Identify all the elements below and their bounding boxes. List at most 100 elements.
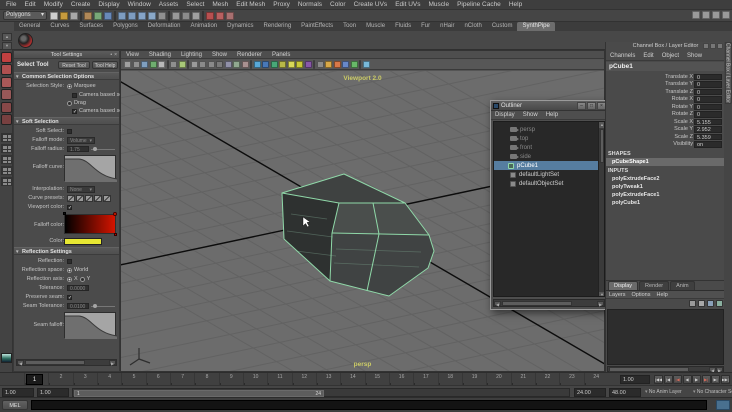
shelf-tab[interactable]: PaintEffects — [296, 22, 338, 31]
create-empty-layer-icon[interactable] — [689, 300, 696, 307]
shelf-tab[interactable]: Fluids — [390, 22, 416, 31]
channel-value-field[interactable]: 5.359 — [694, 133, 722, 140]
separator[interactable] — [80, 10, 82, 21]
grease-pencil-icon[interactable] — [178, 61, 186, 68]
mesh-pcube1[interactable] — [281, 173, 435, 297]
ambient-occlusion-icon[interactable] — [333, 61, 341, 68]
separator[interactable] — [202, 10, 204, 21]
menu-item[interactable]: Assets — [155, 0, 183, 10]
menu-item[interactable]: Muscle — [424, 0, 453, 10]
menu-set-dropdown[interactable]: Polygons ▾ — [3, 11, 47, 20]
multisample-icon[interactable] — [350, 61, 358, 68]
resolution-gate-icon[interactable] — [207, 61, 215, 68]
layout-four-pane-icon[interactable] — [1, 144, 12, 153]
reflection-axis-x-radio[interactable] — [67, 276, 72, 282]
layout-two-pane-icon[interactable] — [1, 155, 12, 164]
outliner-hscrollbar[interactable]: ◀ ▶ — [493, 299, 605, 307]
save-scene-icon[interactable] — [70, 11, 78, 20]
close-icon[interactable]: × — [114, 52, 117, 58]
grid-icon[interactable] — [190, 61, 198, 68]
color-swatch[interactable] — [64, 238, 102, 245]
channel-row[interactable]: Scale Y 2.952 — [606, 126, 725, 134]
seam-tolerance-slider[interactable] — [91, 304, 115, 308]
menu-item[interactable]: Proxy — [269, 0, 294, 10]
viewport-menu-item[interactable]: Renderer — [232, 51, 267, 58]
layer-editor-tab[interactable]: Anim — [670, 281, 695, 290]
input-node-item[interactable]: polyExtrudeFace2 — [606, 175, 725, 183]
shelf-tab[interactable]: nHair — [435, 22, 459, 31]
channel-box-menu-item[interactable]: Show — [683, 52, 706, 60]
separator[interactable] — [359, 60, 361, 69]
step-forward-key-button[interactable]: ▶| — [701, 375, 711, 384]
channel-row[interactable]: Rotate Z 0 — [606, 111, 725, 119]
camera-based-checkbox-2[interactable] — [72, 108, 77, 114]
section-reflection-settings[interactable]: Reflection Settings — [14, 247, 119, 256]
falloff-mode-dropdown[interactable]: Volume ▾ — [67, 136, 95, 144]
menu-item[interactable]: Mesh — [208, 0, 232, 10]
separator[interactable] — [187, 60, 189, 69]
menu-item[interactable]: Modify — [40, 0, 67, 10]
pin-icon[interactable]: • — [110, 52, 112, 58]
rotate-tool-icon[interactable] — [1, 101, 12, 113]
shelf-tab[interactable]: General — [14, 22, 45, 31]
input-connections-icon[interactable] — [172, 11, 180, 20]
falloff-color-gradient[interactable] — [63, 212, 117, 236]
reflection-axis-y-radio[interactable] — [79, 276, 85, 282]
play-forwards-button[interactable]: ▶ — [692, 375, 701, 384]
outliner-item[interactable]: defaultObjectSet — [494, 179, 604, 188]
menu-item[interactable]: Pipeline Cache — [453, 0, 505, 10]
marquee-radio[interactable] — [67, 83, 72, 89]
channel-box-menu-item[interactable]: Object — [658, 52, 683, 60]
channel-row[interactable]: Rotate X 0 — [606, 96, 725, 104]
falloff-radius-slider[interactable] — [91, 147, 115, 151]
safe-action-icon[interactable] — [233, 61, 240, 68]
outliner-item[interactable]: front — [494, 143, 604, 152]
outliner-menu-item[interactable]: Display — [491, 111, 519, 119]
range-slider-track[interactable]: 1 24 — [72, 387, 570, 397]
render-settings-icon[interactable] — [226, 11, 234, 20]
scale-tool-icon[interactable] — [1, 114, 12, 125]
shelf-item-sphere-icon[interactable] — [18, 33, 33, 48]
viewport-menu-item[interactable]: Show — [207, 51, 232, 58]
animation-end-field[interactable]: 48.00 — [609, 387, 641, 397]
viewport-color-checkbox[interactable] — [67, 204, 72, 210]
drag-radio[interactable] — [67, 100, 72, 106]
construction-history-icon[interactable] — [192, 11, 200, 20]
channel-value-field[interactable]: 0 — [694, 81, 722, 88]
shape-node-item[interactable]: pCubeShape1 — [606, 158, 725, 166]
film-gate-icon[interactable] — [199, 61, 206, 68]
ipr-render-icon[interactable] — [216, 11, 224, 20]
layer-editor-tab[interactable]: Render — [639, 281, 670, 290]
output-connections-icon[interactable] — [182, 11, 190, 20]
channel-row[interactable]: Scale X 5.155 — [606, 118, 725, 126]
section-soft-selection[interactable]: Soft Selection — [14, 117, 119, 126]
shelf-tab[interactable]: Deformation — [143, 22, 186, 31]
gate-mask-icon[interactable] — [216, 61, 223, 68]
motion-blur-icon[interactable] — [342, 61, 349, 68]
channel-value-field[interactable]: 0 — [694, 73, 722, 80]
shelf-tab[interactable]: SynthPipe — [517, 22, 555, 31]
color-management-icon[interactable] — [287, 61, 295, 68]
show-hide-ui-icon[interactable] — [722, 11, 730, 19]
outliner-item[interactable]: top — [494, 134, 604, 143]
input-node-item[interactable]: polyCube1 — [606, 199, 725, 207]
channel-box-menu-item[interactable]: Channels — [606, 52, 639, 60]
viewport-menu-item[interactable]: Shading — [144, 51, 176, 58]
menu-item[interactable]: Edit Mesh — [232, 0, 269, 10]
outliner-item[interactable]: persp — [494, 125, 604, 134]
curve-preset-spike-icon[interactable] — [85, 194, 93, 202]
channel-box-object-name[interactable]: pCube1 — [606, 62, 725, 71]
snap-point-icon[interactable] — [138, 11, 146, 20]
sidebar-channel-box-icon[interactable] — [712, 11, 720, 19]
select-hierarchy-icon[interactable] — [84, 11, 92, 20]
channel-value-field[interactable]: on — [694, 141, 722, 148]
paint-select-tool-icon[interactable] — [1, 76, 12, 88]
script-editor-icon[interactable] — [716, 400, 730, 410]
go-to-range-start-button[interactable]: |◀◀ — [654, 375, 663, 384]
layout-thumbnail-icon[interactable] — [1, 353, 12, 363]
lock-camera-icon[interactable] — [132, 61, 140, 68]
sidebar-attribute-editor-icon[interactable] — [692, 11, 700, 19]
outliner-vscrollbar[interactable]: ▲ ▼ — [598, 122, 604, 296]
channel-settings-icon[interactable] — [717, 43, 723, 49]
layout-hypershade-icon[interactable] — [1, 177, 12, 186]
